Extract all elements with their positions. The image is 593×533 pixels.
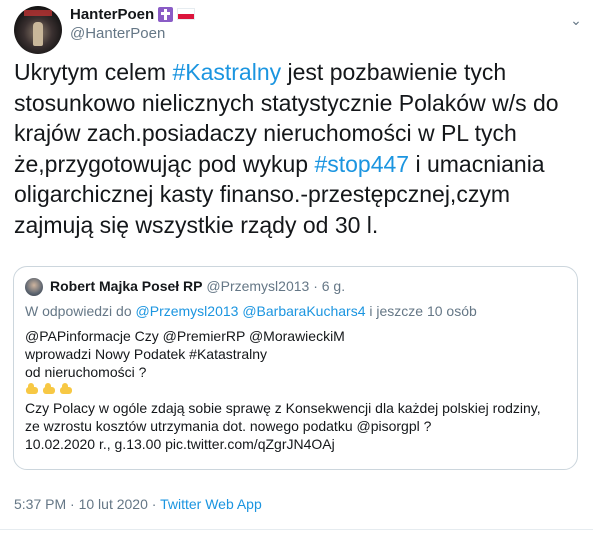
reply-suffix: i jeszcze 10 osób	[365, 303, 477, 319]
tweet-footer: 5:37 PM · 10 lut 2020 · Twitter Web App	[14, 496, 262, 512]
tweet-text-segment: Ukrytym celem	[14, 59, 173, 85]
pointing-down-icon	[25, 383, 39, 397]
tweet-text: Ukrytym celem #Kastralny jest pozbawieni…	[14, 57, 579, 240]
quote-line: od nieruchomości ?	[25, 364, 147, 380]
footer-separator: ·	[147, 496, 161, 512]
quote-header: Robert Majka Poseł RP @Przemysl2013 · 6 …	[50, 278, 345, 294]
quote-handle-time: @Przemysl2013 · 6 g.	[206, 278, 346, 294]
tweet: HanterPoen @HanterPoen ⌄ Ukrytym celem #…	[0, 0, 593, 533]
author-block: HanterPoen @HanterPoen	[70, 4, 196, 42]
pointing-down-icon	[59, 383, 73, 397]
quote-line: ze wzrostu kosztów utrzymania dot. noweg…	[25, 418, 432, 434]
quote-display-name: Robert Majka Poseł RP	[50, 278, 203, 294]
quote-text: @PAPinformacje Czy @PremierRP @Morawieck…	[25, 327, 570, 453]
source-app[interactable]: Twitter Web App	[160, 496, 262, 512]
cross-badge-icon	[158, 6, 174, 22]
chevron-down-icon[interactable]: ⌄	[568, 12, 584, 28]
reply-context: W odpowiedzi do @Przemysl2013 @BarbaraKu…	[25, 303, 477, 319]
divider	[0, 529, 593, 530]
quote-line: @PAPinformacje Czy @PremierRP @Morawieck…	[25, 328, 345, 344]
poland-flag-icon	[177, 8, 196, 20]
reply-users[interactable]: @Przemysl2013 @BarbaraKuchars4	[136, 303, 366, 319]
timestamp[interactable]: 5:37 PM · 10 lut 2020	[14, 496, 148, 512]
quote-line: 10.02.2020 r., g.13.00 pic.twitter.com/q…	[25, 436, 335, 452]
quote-line: wprowadzi Nowy Podatek #Katastralny	[25, 346, 268, 362]
pointing-down-icon	[42, 383, 56, 397]
reply-prefix: W odpowiedzi do	[25, 303, 136, 319]
quote-avatar	[25, 278, 43, 296]
display-name[interactable]: HanterPoen	[70, 6, 154, 23]
emoji-row	[25, 381, 570, 399]
avatar[interactable]	[14, 6, 62, 54]
quoted-tweet[interactable]: Robert Majka Poseł RP @Przemysl2013 · 6 …	[13, 266, 578, 470]
handle[interactable]: @HanterPoen	[70, 25, 195, 42]
quote-line: Czy Polacy w ogóle zdają sobie sprawę z …	[25, 400, 541, 416]
hashtag-link[interactable]: #stop447	[314, 151, 409, 177]
hashtag-link[interactable]: #Kastralny	[172, 59, 281, 85]
